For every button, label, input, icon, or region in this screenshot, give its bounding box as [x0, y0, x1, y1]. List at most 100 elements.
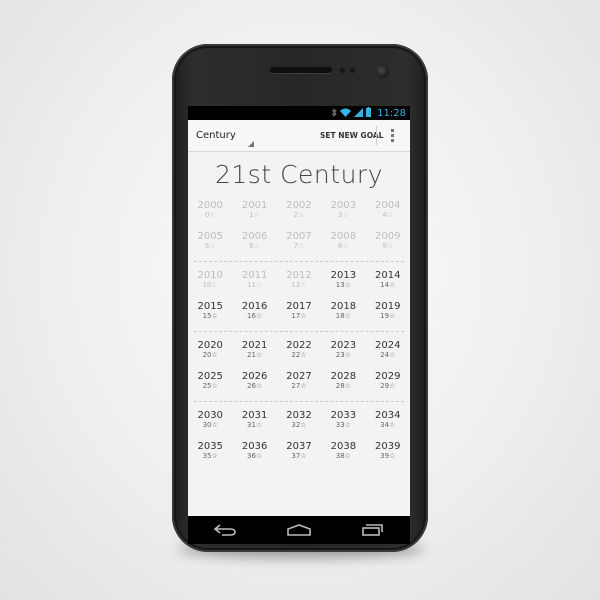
year-cell-2019[interactable]: 2019 19☆ [366, 298, 410, 329]
year-cell-2009[interactable]: 2009 9☆ [366, 228, 410, 259]
year-cell-2033[interactable]: 2033 33☆ [321, 407, 365, 438]
year-star-count: 30☆ [202, 421, 218, 429]
year-label: 2038 [330, 441, 357, 452]
year-cell-2018[interactable]: 2018 18☆ [321, 298, 365, 329]
year-cell-2032[interactable]: 2032 32☆ [277, 407, 321, 438]
year-label: 2031 [241, 410, 268, 421]
year-cell-2011[interactable]: 2011 11☆ [232, 267, 276, 298]
year-star-count: 9☆ [382, 242, 394, 250]
year-star-count: 6☆ [249, 242, 260, 250]
year-label: 2006 [241, 231, 268, 242]
year-star-count: 31☆ [246, 421, 263, 429]
year-cell-2034[interactable]: 2034 34☆ [366, 407, 410, 438]
recent-apps-icon[interactable] [360, 522, 386, 538]
year-cell-2004[interactable]: 2004 4☆ [366, 197, 410, 228]
year-cell-2005[interactable]: 2005 5☆ [188, 228, 232, 259]
year-cell-2008[interactable]: 2008 8☆ [321, 228, 365, 259]
year-label: 2010 [197, 270, 223, 281]
year-star-count: 5☆ [204, 242, 216, 250]
year-label: 2022 [286, 340, 312, 351]
year-label: 2020 [197, 340, 223, 351]
year-cell-2000[interactable]: 2000 0☆ [188, 197, 232, 228]
year-cell-2017[interactable]: 2017 17☆ [277, 298, 321, 329]
year-row: 2020 20☆ 2021 21☆ 2022 22☆ 2023 23☆ 2024 24☆ [188, 337, 410, 368]
year-star-count: 26☆ [246, 382, 263, 390]
year-cell-2012[interactable]: 2012 12☆ [277, 267, 321, 298]
year-row: 2010 10☆ 2011 11☆ 2012 12☆ 2013 13☆ 2014 14☆ [188, 267, 410, 298]
year-cell-2028[interactable]: 2028 28☆ [321, 368, 365, 399]
year-cell-2031[interactable]: 2031 31☆ [232, 407, 276, 438]
year-label: 2008 [330, 231, 357, 242]
year-star-count: 27☆ [291, 382, 307, 390]
year-cell-2030[interactable]: 2030 30☆ [188, 407, 232, 438]
year-cell-2023[interactable]: 2023 23☆ [321, 337, 365, 368]
year-cell-2010[interactable]: 2010 10☆ [188, 267, 232, 298]
year-cell-2016[interactable]: 2016 16☆ [232, 298, 276, 329]
year-cell-2037[interactable]: 2037 37☆ [277, 438, 321, 469]
century-spinner[interactable]: Century [188, 120, 254, 151]
year-star-count: 2☆ [293, 211, 305, 219]
year-label: 2039 [375, 441, 401, 452]
year-star-count: 37☆ [291, 452, 307, 460]
year-cell-2021[interactable]: 2021 21☆ [232, 337, 276, 368]
back-icon[interactable] [212, 522, 238, 538]
year-cell-2007[interactable]: 2007 7☆ [277, 228, 321, 259]
overflow-menu-icon[interactable] [391, 129, 394, 142]
earpiece-speaker [270, 67, 332, 73]
year-label: 2024 [375, 340, 401, 351]
bluetooth-icon [331, 107, 337, 119]
decade-divider [194, 401, 404, 403]
year-cell-2035[interactable]: 2035 35☆ [188, 438, 232, 469]
year-label: 2018 [330, 301, 357, 312]
year-label: 2012 [286, 270, 312, 281]
year-label: 2029 [375, 371, 401, 382]
year-star-count: 15☆ [202, 312, 218, 320]
spinner-label: Century [196, 130, 236, 141]
year-cell-2013[interactable]: 2013 13☆ [321, 267, 365, 298]
status-time: 11:28 [377, 107, 406, 119]
year-star-count: 38☆ [335, 452, 351, 460]
year-label: 2011 [241, 270, 268, 281]
home-icon[interactable] [286, 522, 312, 538]
year-cell-2038[interactable]: 2038 38☆ [321, 438, 365, 469]
front-camera [376, 65, 389, 78]
year-cell-2020[interactable]: 2020 20☆ [188, 337, 232, 368]
year-cell-2039[interactable]: 2039 39☆ [366, 438, 410, 469]
year-row: 2035 35☆ 2036 36☆ 2037 37☆ 2038 38☆ 2039 39☆ [188, 438, 410, 469]
page-title: 21st Century [215, 160, 383, 189]
year-cell-2022[interactable]: 2022 22☆ [277, 337, 321, 368]
year-label: 2033 [330, 410, 357, 421]
year-cell-2015[interactable]: 2015 15☆ [188, 298, 232, 329]
year-label: 2028 [330, 371, 357, 382]
year-star-count: 34☆ [380, 421, 396, 429]
year-label: 2005 [197, 231, 223, 242]
year-cell-2003[interactable]: 2003 3☆ [321, 197, 365, 228]
year-label: 2025 [197, 371, 223, 382]
action-bar: Century SET NEW GOAL [188, 120, 410, 152]
year-label: 2026 [241, 371, 268, 382]
year-cell-2026[interactable]: 2026 26☆ [232, 368, 276, 399]
year-cell-2006[interactable]: 2006 6☆ [232, 228, 276, 259]
decade-divider [194, 331, 404, 333]
spinner-arrow-icon [248, 141, 254, 147]
year-star-count: 25☆ [202, 382, 218, 390]
year-cell-2025[interactable]: 2025 25☆ [188, 368, 232, 399]
year-star-count: 1☆ [249, 211, 260, 219]
year-cell-2027[interactable]: 2027 27☆ [277, 368, 321, 399]
year-cell-2024[interactable]: 2024 24☆ [366, 337, 410, 368]
year-label: 2037 [286, 441, 312, 452]
year-label: 2023 [330, 340, 357, 351]
year-row: 2030 30☆ 2031 31☆ 2032 32☆ 2033 33☆ 2034 34☆ [188, 407, 410, 438]
year-cell-2001[interactable]: 2001 1☆ [232, 197, 276, 228]
action-separator [376, 126, 377, 145]
year-star-count: 32☆ [291, 421, 307, 429]
decade-divider [194, 261, 404, 263]
set-new-goal-button[interactable]: SET NEW GOAL [320, 131, 383, 140]
battery-icon [366, 107, 372, 119]
year-cell-2014[interactable]: 2014 14☆ [366, 267, 410, 298]
year-cell-2036[interactable]: 2036 36☆ [232, 438, 276, 469]
year-cell-2002[interactable]: 2002 2☆ [277, 197, 321, 228]
year-cell-2029[interactable]: 2029 29☆ [366, 368, 410, 399]
year-star-count: 23☆ [335, 351, 351, 359]
year-label: 2009 [375, 231, 401, 242]
